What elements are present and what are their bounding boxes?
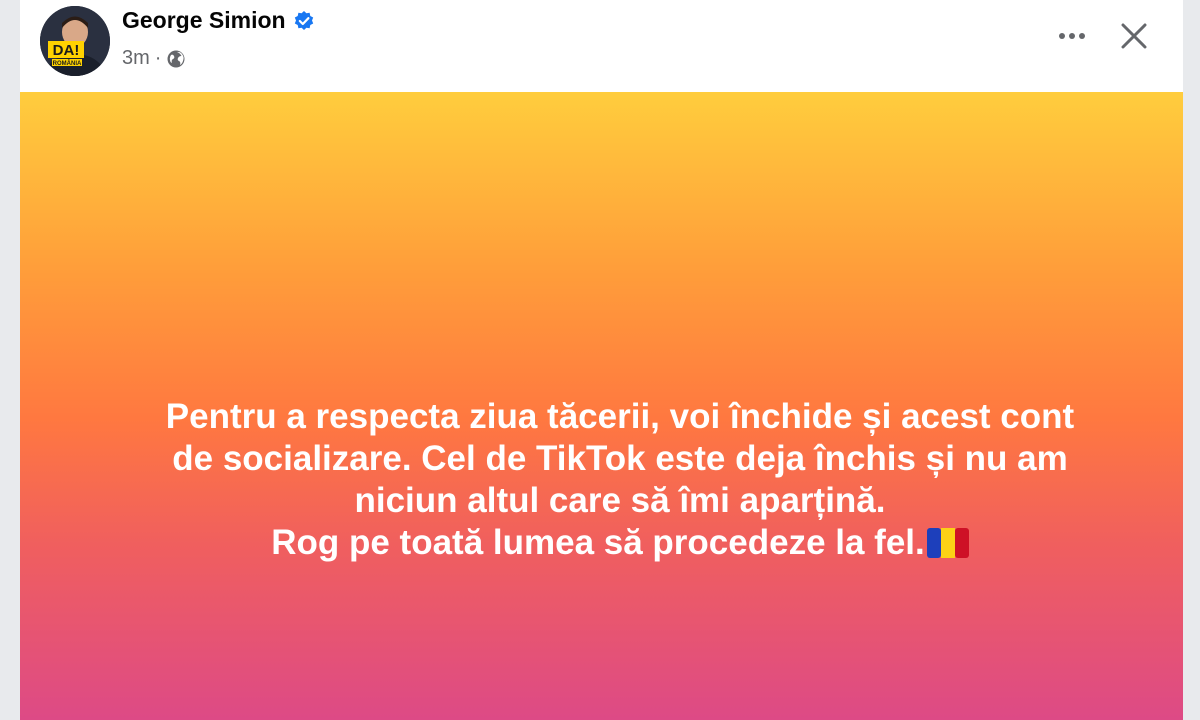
post-card: DA! ROMÂNIA George Simion 3m · Pentru a … xyxy=(20,0,1183,720)
post-text-line: Pentru a respecta ziua tăcerii, voi înch… xyxy=(165,397,1075,436)
svg-text:ROMÂNIA: ROMÂNIA xyxy=(53,60,82,67)
post-text-line: niciun altul care să îmi aparțină. xyxy=(354,481,886,520)
avatar[interactable]: DA! ROMÂNIA xyxy=(40,6,110,76)
more-options-icon xyxy=(1059,33,1085,39)
post-text-line: de socializare. Cel de TikTok este deja … xyxy=(172,439,1068,478)
post-text-line-final: Rog pe toată lumea să procedeze la fel. xyxy=(60,522,1180,568)
author-row: George Simion xyxy=(122,7,315,34)
post-meta: 3m · xyxy=(122,47,186,70)
close-button[interactable] xyxy=(1112,14,1156,58)
verified-badge-icon xyxy=(293,10,315,32)
post-text: Pentru a respecta ziua tăcerii, voi înch… xyxy=(60,396,1180,568)
globe-icon[interactable] xyxy=(166,49,186,69)
meta-separator: · xyxy=(154,47,162,69)
post-header: DA! ROMÂNIA George Simion 3m · xyxy=(20,0,1183,92)
post-text-line: Rog pe toată lumea să procedeze la fel. xyxy=(271,523,925,562)
author-name[interactable]: George Simion xyxy=(122,7,286,34)
svg-text:DA!: DA! xyxy=(53,42,80,59)
post-background: Pentru a respecta ziua tăcerii, voi înch… xyxy=(20,92,1183,720)
post-time[interactable]: 3m xyxy=(122,47,150,70)
close-icon xyxy=(1121,23,1147,49)
more-options-button[interactable] xyxy=(1050,14,1094,58)
avatar-image: DA! ROMÂNIA xyxy=(40,6,110,76)
romania-flag-icon xyxy=(926,526,969,568)
